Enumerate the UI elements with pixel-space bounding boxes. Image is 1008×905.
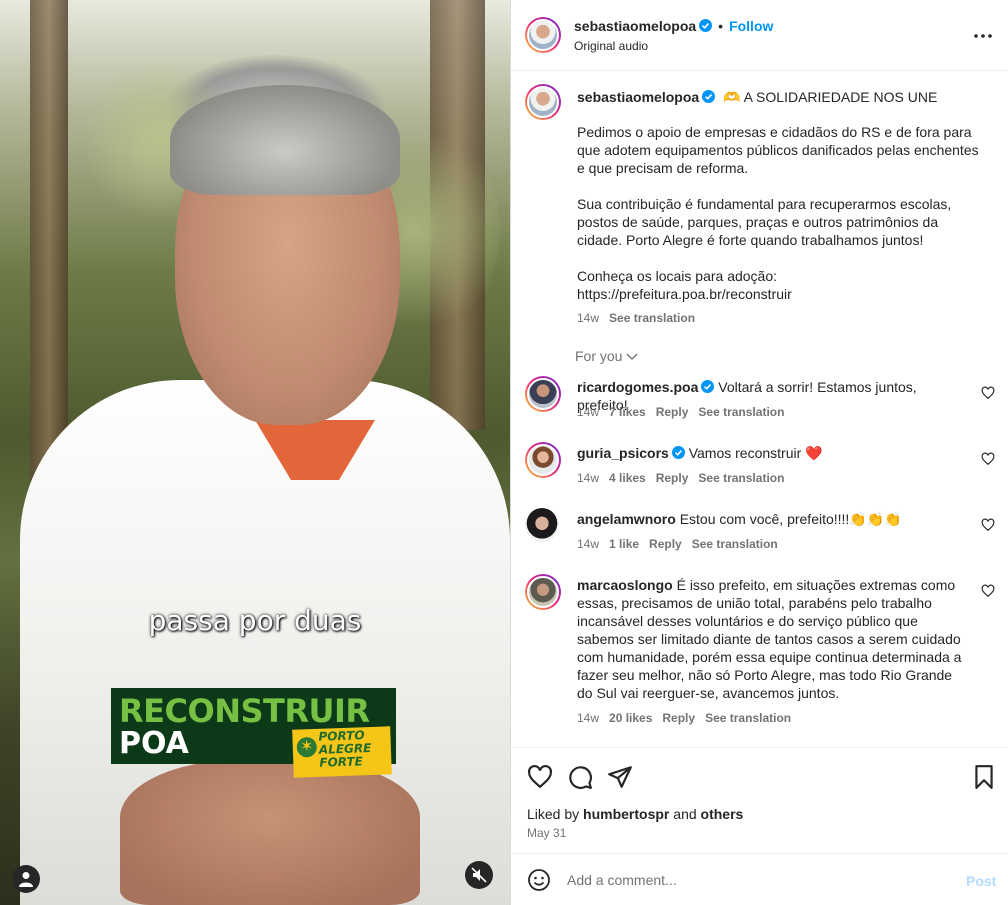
comment-text: É isso prefeito, em situações extremas c… — [577, 577, 962, 701]
comment-reply-button[interactable]: Reply — [656, 471, 689, 485]
comment-see-translation[interactable]: See translation — [705, 711, 791, 725]
unmute-button[interactable] — [465, 861, 493, 889]
verified-badge-icon — [671, 446, 685, 459]
tagged-users-button[interactable] — [12, 865, 40, 893]
commenter-avatar[interactable] — [525, 508, 559, 542]
verified-badge-icon — [701, 380, 715, 393]
comment-text: Vamos reconstruir ❤️ — [688, 445, 823, 461]
caption-text: Pedimos o apoio de empresas e cidadãos d… — [577, 124, 979, 302]
tree-trunk — [30, 0, 68, 480]
banner-line-2: POA — [119, 726, 189, 761]
liked-by-and: and — [673, 806, 697, 822]
author-username[interactable]: sebastiaomelopoa — [574, 18, 696, 34]
follow-button[interactable]: Follow — [729, 18, 773, 34]
comment-time[interactable]: 14w — [577, 471, 599, 485]
comments-sort-dropdown[interactable]: For you — [575, 348, 638, 364]
badge-star-icon: ✶ — [296, 736, 318, 758]
comment-meta: 14w 4 likes Reply See translation — [577, 471, 784, 485]
more-options-icon[interactable] — [971, 24, 995, 48]
verified-badge-icon — [702, 90, 716, 103]
comment-username[interactable]: guria_psicors — [577, 445, 669, 461]
comment-likes[interactable]: 4 likes — [609, 471, 646, 485]
comment-bubble-icon[interactable] — [567, 764, 593, 790]
speaker-hands — [120, 760, 420, 905]
comment-likes[interactable]: 20 likes — [609, 711, 652, 725]
save-bookmark-icon[interactable] — [971, 764, 997, 790]
like-comment-heart-icon[interactable] — [981, 452, 995, 466]
comment-body: marcaoslongo É isso prefeito, em situaçõ… — [577, 576, 967, 702]
comment-body: guria_psicors Vamos reconstruir ❤️ — [577, 444, 967, 462]
comment-username[interactable]: angelamwnoro — [577, 511, 676, 527]
add-comment-bar: Post — [511, 853, 1008, 905]
caption-headline: 🫶 A SOLIDARIEDADE NOS UNE — [723, 89, 938, 105]
comment-time[interactable]: 14w — [577, 537, 599, 551]
reconstruir-poa-banner: RECONSTRUIR POA ✶ PORTO ALEGRE FORTE — [111, 688, 396, 778]
reel-video[interactable]: passa por duas RECONSTRUIR POA ✶ PORTO A… — [0, 0, 510, 905]
liked-by-prefix: Liked by — [527, 806, 580, 822]
comment-time[interactable]: 14w — [577, 405, 599, 419]
comment-body: angelamwnoro Estou com você, prefeito!!!… — [577, 510, 967, 528]
emoji-icon[interactable] — [527, 868, 551, 892]
like-comment-heart-icon[interactable] — [981, 386, 995, 400]
comment-reply-button[interactable]: Reply — [662, 711, 695, 725]
porto-alegre-forte-badge: ✶ PORTO ALEGRE FORTE — [292, 726, 392, 778]
comment-see-translation[interactable]: See translation — [698, 471, 784, 485]
comment-username[interactable]: marcaoslongo — [577, 577, 673, 593]
like-heart-icon[interactable] — [527, 764, 553, 790]
caption-see-translation[interactable]: See translation — [609, 311, 695, 325]
separator-dot: • — [718, 18, 724, 34]
for-you-label: For you — [575, 348, 623, 364]
post-sidebar: sebastiaomelopoa • Follow Original audio s… — [510, 0, 1008, 905]
caption-author-avatar[interactable] — [525, 84, 561, 120]
comment-item: ricardogomes.poa Voltará a sorrir! Estam… — [525, 376, 995, 426]
comment-item: marcaoslongo É isso prefeito, em situaçõ… — [525, 574, 995, 734]
comment-meta: 14w 1 like Reply See translation — [577, 537, 778, 551]
commenter-avatar[interactable] — [525, 376, 561, 412]
post-actions: Liked by humbertospr and others May 31 — [511, 747, 1008, 853]
commenter-avatar[interactable] — [525, 442, 561, 478]
liked-by-user[interactable]: humbertospr — [583, 806, 669, 822]
comment-reply-button[interactable]: Reply — [649, 537, 682, 551]
comment-text: Estou com você, prefeito!!!!👏👏👏 — [679, 511, 902, 527]
speaker-hair — [170, 85, 400, 195]
author-avatar[interactable] — [525, 17, 561, 53]
caption-header: sebastiaomelopoa 🫶 A SOLIDARIEDADE NOS U… — [577, 89, 937, 106]
commenter-avatar[interactable] — [525, 574, 561, 610]
header-name-row: sebastiaomelopoa • Follow — [574, 18, 773, 34]
like-comment-heart-icon[interactable] — [981, 584, 995, 598]
caption-time[interactable]: 14w — [577, 311, 599, 325]
share-paper-plane-icon[interactable] — [607, 764, 633, 790]
chevron-down-icon — [626, 348, 638, 364]
add-comment-input[interactable] — [567, 868, 927, 892]
caption-meta: 14w See translation — [577, 311, 695, 325]
original-audio-link[interactable]: Original audio — [574, 39, 648, 53]
comment-reply-button[interactable]: Reply — [656, 405, 689, 419]
comment-time[interactable]: 14w — [577, 711, 599, 725]
banner-line-1: RECONSTRUIR — [119, 692, 370, 730]
comment-item: guria_psicors Vamos reconstruir ❤️ 14w 4 … — [525, 442, 995, 492]
verified-badge-icon — [699, 19, 713, 32]
speaker-muted-icon — [471, 867, 487, 883]
comment-likes[interactable]: 7 likes — [609, 405, 646, 419]
video-subtitle: passa por duas — [148, 604, 362, 637]
caption-username[interactable]: sebastiaomelopoa — [577, 89, 699, 105]
user-icon — [19, 872, 33, 887]
like-comment-heart-icon[interactable] — [981, 518, 995, 532]
comment-item: angelamwnoro Estou com você, prefeito!!!… — [525, 508, 995, 558]
badge-text: PORTO ALEGRE FORTE — [318, 728, 372, 770]
comment-likes[interactable]: 1 like — [609, 537, 639, 551]
comment-see-translation[interactable]: See translation — [692, 537, 778, 551]
post-header: sebastiaomelopoa • Follow Original audio — [511, 0, 1008, 71]
comment-meta: 14w 7 likes Reply See translation — [577, 405, 784, 419]
comment-see-translation[interactable]: See translation — [698, 405, 784, 419]
post-comment-button[interactable]: Post — [966, 873, 996, 889]
comment-meta: 14w 20 likes Reply See translation — [577, 711, 791, 725]
liked-by-summary: Liked by humbertospr and others — [527, 806, 743, 822]
liked-by-others[interactable]: others — [701, 806, 744, 822]
comment-username[interactable]: ricardogomes.poa — [577, 379, 698, 395]
post-date[interactable]: May 31 — [527, 826, 566, 840]
